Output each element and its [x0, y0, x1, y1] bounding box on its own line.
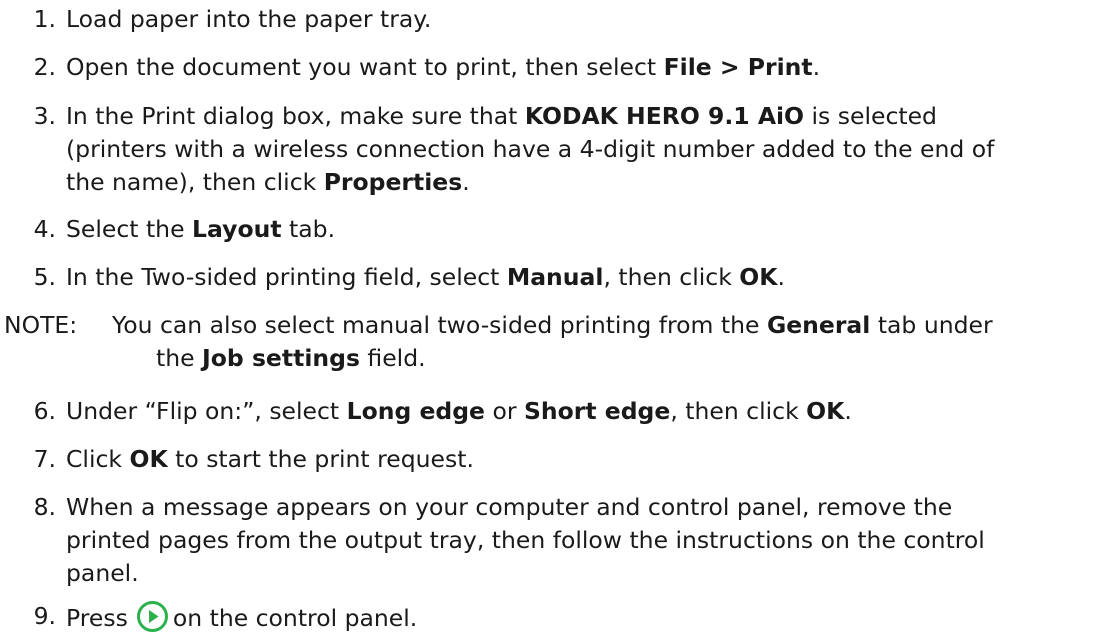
step-line-2: printed pages from the output tray, then… — [66, 526, 985, 554]
step-text-end: . — [844, 397, 852, 425]
note-text-end: field. — [359, 344, 426, 372]
note-text-start: the — [156, 344, 203, 372]
step-line-2: (printers with a wireless connection hav… — [66, 135, 995, 163]
step-bold-term: OK — [739, 263, 778, 291]
step-text: Under “Flip on:”, select — [66, 397, 347, 425]
step-9: 9. Press on the control panel. — [34, 600, 1066, 635]
note-label: NOTE: — [4, 311, 78, 339]
step-5: 5. In the Two-sided printing field, sele… — [34, 261, 1066, 294]
step-number: 5. — [33, 263, 56, 291]
step-text-end: to start the print request. — [167, 445, 474, 473]
step-text: In the Two-sided printing field, select — [66, 263, 507, 291]
step-number: 1. — [33, 5, 56, 33]
step-bold-term: KODAK HERO 9.1 AiO — [524, 102, 805, 130]
step-text: Select the — [66, 215, 193, 243]
step-number: 8. — [33, 493, 56, 521]
step-text-mid: or — [485, 397, 524, 425]
step-text-mid: , then click — [670, 397, 807, 425]
step-text-end: tab. — [281, 215, 336, 243]
step-line-3: the name), then click Properties. — [66, 166, 1066, 199]
step-bold-term: Properties — [323, 168, 463, 196]
step-text: Click — [66, 445, 130, 473]
step-bold-term: Layout — [192, 215, 282, 243]
note-text: You can also select manual two-sided pri… — [112, 309, 1062, 375]
step-1: 1. Load paper into the paper tray. — [34, 3, 1066, 36]
step-number: 2. — [33, 53, 56, 81]
step-number: 4. — [33, 215, 56, 243]
step-text: Load paper into the paper tray. — [66, 5, 432, 33]
note-text-end: tab under — [870, 311, 993, 339]
step-number: 9. — [33, 602, 56, 630]
note-bold-term: Job settings — [202, 344, 360, 372]
note-text-start: You can also select manual two-sided pri… — [112, 311, 767, 339]
note-bold-term: General — [766, 311, 871, 339]
play-button-icon — [136, 601, 168, 632]
step-number: 6. — [33, 397, 56, 425]
step-text: Open the document you want to print, the… — [66, 53, 664, 81]
step-bold-term: Manual — [506, 263, 604, 291]
step-text: In the Print dialog box, make sure that — [66, 102, 525, 130]
step-bold-term: OK — [129, 445, 168, 473]
step-8: 8. When a message appears on your comput… — [34, 491, 1066, 590]
step-bold-term: File > Print — [663, 53, 813, 81]
step-7: 7. Click OK to start the print request. — [34, 443, 1066, 476]
step-text-end: . — [812, 53, 821, 81]
step-line-3: panel. — [66, 559, 139, 587]
note-line-2: the Job settings field. — [112, 342, 1062, 375]
step-text-mid: , then click — [603, 263, 740, 291]
step-number: 3. — [33, 102, 56, 130]
step-line-1: In the Print dialog box, make sure that … — [66, 100, 1066, 133]
step-6: 6. Under “Flip on:”, select Long edge or… — [34, 395, 1066, 428]
step-number: 7. — [33, 445, 56, 473]
step-text-end: is selected — [804, 102, 937, 130]
step-bold-term: Short edge — [523, 397, 671, 425]
step-line-1: When a message appears on your computer … — [66, 493, 953, 521]
step-3: 3. In the Print dialog box, make sure th… — [34, 100, 1066, 199]
step-bold-term: Long edge — [346, 397, 485, 425]
step-text-end: . — [462, 168, 470, 196]
step-4: 4. Select the Layout tab. — [34, 213, 1066, 246]
instruction-page: 1. Load paper into the paper tray. 2. Op… — [0, 0, 1097, 637]
step-bold-term: OK — [806, 397, 845, 425]
step-text: the name), then click — [66, 168, 324, 196]
step-2: 2. Open the document you want to print, … — [34, 51, 1066, 84]
step-text: Press — [66, 604, 128, 632]
step-text-end: . — [777, 263, 785, 291]
step-text-end: on the control panel. — [172, 604, 418, 632]
note-line-1: You can also select manual two-sided pri… — [112, 311, 993, 339]
